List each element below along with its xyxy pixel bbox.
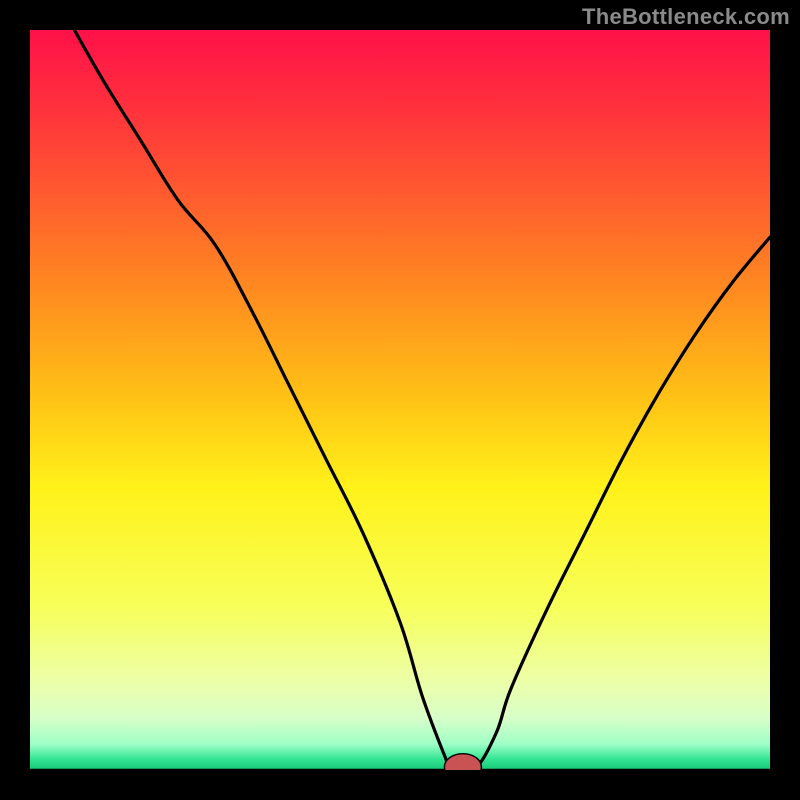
chart-svg — [30, 30, 770, 770]
chart-container: TheBottleneck.com — [0, 0, 800, 800]
plot-area — [30, 30, 770, 770]
attribution-text: TheBottleneck.com — [582, 4, 790, 30]
